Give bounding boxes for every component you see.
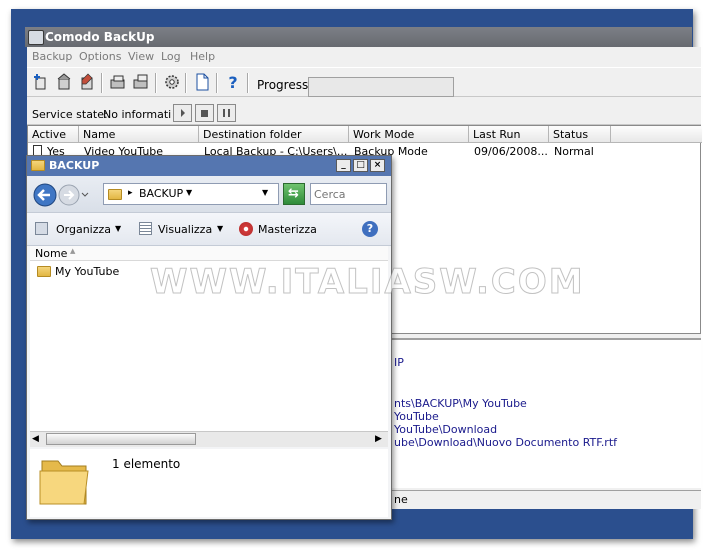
burn-disc-icon bbox=[239, 222, 253, 236]
menu-view[interactable]: View bbox=[128, 50, 154, 63]
view-label: Visualizza bbox=[158, 223, 213, 236]
list-item-label: My YouTube bbox=[55, 265, 120, 278]
file-list-header: Nome ▲ bbox=[30, 246, 388, 261]
folder-icon bbox=[37, 266, 51, 277]
menu-options[interactable]: Options bbox=[79, 50, 121, 63]
play-button[interactable] bbox=[173, 104, 192, 122]
column-header-name[interactable]: Name bbox=[79, 126, 199, 143]
item-count: 1 elemento bbox=[112, 457, 181, 471]
column-header-destination[interactable]: Destination folder bbox=[199, 126, 349, 143]
file-list: My YouTube bbox=[30, 261, 388, 431]
comodo-title: Comodo BackUp bbox=[45, 30, 155, 44]
help-icon[interactable]: ? bbox=[224, 73, 242, 91]
menu-backup[interactable]: Backup bbox=[32, 50, 72, 63]
play-icon bbox=[181, 109, 185, 117]
toolbar-separator bbox=[216, 73, 218, 93]
scroll-right-icon[interactable]: ▶ bbox=[375, 434, 382, 444]
search-input[interactable] bbox=[310, 183, 387, 205]
explorer-window: BACKUP _ □ × ▸ BACKUP ▼ ▼ ⇆ Organizza ▼ bbox=[26, 155, 392, 520]
restore-icon[interactable] bbox=[55, 73, 73, 91]
folder-icon bbox=[31, 160, 45, 171]
toolbar-separator bbox=[155, 73, 157, 93]
address-text: BACKUP bbox=[139, 187, 184, 200]
navigation-buttons bbox=[33, 183, 89, 207]
minimize-button[interactable]: _ bbox=[336, 159, 351, 172]
toolbar-separator bbox=[247, 73, 249, 93]
add-backup-icon[interactable] bbox=[32, 73, 50, 91]
refresh-button[interactable]: ⇆ bbox=[283, 183, 305, 205]
settings-icon[interactable] bbox=[163, 73, 181, 91]
app-icon bbox=[28, 30, 44, 45]
address-bar[interactable]: ▸ BACKUP ▼ ▼ bbox=[103, 183, 279, 205]
view-button[interactable]: Visualizza ▼ bbox=[139, 221, 231, 239]
refresh-icon: ⇆ bbox=[288, 186, 299, 201]
command-bar: Organizza ▼ Visualizza ▼ Masterizza ? bbox=[27, 212, 391, 246]
pause-icon bbox=[223, 109, 230, 117]
pause-button[interactable] bbox=[217, 104, 236, 122]
stop-icon bbox=[201, 110, 208, 117]
sort-arrow-icon: ▲ bbox=[70, 247, 76, 255]
service-state-label: Service state: bbox=[32, 108, 108, 121]
burn-button[interactable]: Masterizza bbox=[239, 221, 329, 239]
explorer-title-bar[interactable]: BACKUP _ □ × bbox=[27, 156, 391, 176]
organize-button[interactable]: Organizza ▼ bbox=[35, 221, 131, 239]
scrollbar-thumb[interactable] bbox=[46, 433, 196, 445]
column-header-last-run[interactable]: Last Run bbox=[469, 126, 549, 143]
explorer-title: BACKUP bbox=[49, 159, 100, 172]
document-icon[interactable] bbox=[193, 73, 211, 91]
breadcrumb-arrow-icon[interactable]: ▸ bbox=[128, 188, 133, 198]
organize-label: Organizza bbox=[56, 223, 112, 236]
column-header-active[interactable]: Active bbox=[28, 126, 79, 143]
chevron-down-icon[interactable]: ▼ bbox=[186, 188, 192, 197]
list-item[interactable]: My YouTube bbox=[37, 265, 127, 279]
log-line: IP bbox=[394, 356, 404, 369]
stop-button[interactable] bbox=[195, 104, 214, 122]
menu-bar: Backup Options View Log Help bbox=[27, 47, 701, 67]
burn-label: Masterizza bbox=[258, 223, 317, 236]
scroll-left-icon[interactable]: ◀ bbox=[32, 434, 39, 444]
column-header-status[interactable]: Status bbox=[549, 126, 611, 143]
chevron-down-icon: ▼ bbox=[115, 224, 122, 233]
cell-last-run: 09/06/2008... bbox=[474, 145, 548, 158]
toolbar: ? Progress bbox=[27, 67, 701, 97]
view-icon bbox=[139, 222, 152, 235]
chevron-down-icon: ▼ bbox=[217, 224, 224, 233]
progress-label: Progress bbox=[257, 78, 309, 92]
comodo-title-bar[interactable]: Comodo BackUp bbox=[25, 27, 692, 47]
menu-log[interactable]: Log bbox=[161, 50, 181, 63]
log-line: nts\BACKUP\My YouTube bbox=[394, 397, 527, 410]
large-folder-icon bbox=[39, 460, 89, 505]
close-button[interactable]: × bbox=[370, 159, 385, 172]
address-area: ▸ BACKUP ▼ ▼ ⇆ bbox=[27, 176, 391, 212]
folder-icon bbox=[108, 189, 122, 200]
cell-status: Normal bbox=[554, 145, 594, 158]
log-line: ube\Download\Nuovo Documento RTF.rtf bbox=[394, 436, 618, 449]
horizontal-scrollbar[interactable]: ◀ ▶ bbox=[30, 431, 388, 447]
service-state-row: Service state: No informatior bbox=[27, 103, 701, 125]
scan-all-icon[interactable] bbox=[132, 73, 150, 91]
help-icon[interactable]: ? bbox=[362, 221, 378, 237]
maximize-button[interactable]: □ bbox=[353, 159, 368, 172]
column-header-name[interactable]: Nome bbox=[35, 247, 67, 260]
edit-backup-icon[interactable] bbox=[78, 73, 96, 91]
organize-icon bbox=[35, 222, 48, 235]
log-line: YouTube\Download bbox=[394, 423, 498, 436]
scan-icon[interactable] bbox=[109, 73, 127, 91]
toolbar-separator bbox=[101, 73, 103, 93]
progress-bar bbox=[308, 77, 454, 97]
log-line: YouTube bbox=[394, 410, 439, 423]
column-header-filler bbox=[611, 126, 702, 143]
svg-text:?: ? bbox=[228, 73, 237, 91]
details-pane: 1 elemento bbox=[30, 449, 388, 517]
toolbar-separator bbox=[185, 73, 187, 93]
address-dropdown-icon[interactable]: ▼ bbox=[262, 188, 268, 197]
menu-help[interactable]: Help bbox=[190, 50, 215, 63]
column-header-work-mode[interactable]: Work Mode bbox=[349, 126, 469, 143]
service-state-value: No informatior bbox=[103, 108, 171, 121]
status-bar-text: ne bbox=[394, 493, 408, 506]
